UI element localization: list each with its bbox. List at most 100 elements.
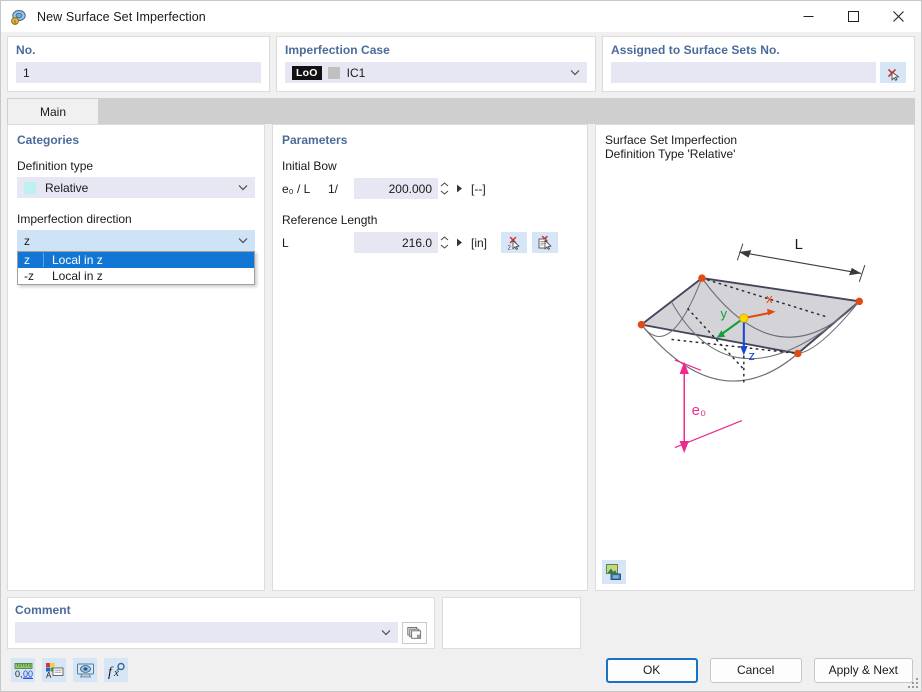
tab-main[interactable]: Main <box>7 98 99 125</box>
corner-node <box>855 297 864 306</box>
surface-imperfection-icon: 6 <box>10 8 28 26</box>
reference-length-unit: [in] <box>471 235 488 250</box>
svg-text:A: A <box>46 671 52 680</box>
dropdown-option-neg-z-text: Local in z <box>52 269 103 283</box>
group-no: No. 1 <box>7 36 270 92</box>
reference-length-stepper[interactable] <box>438 232 451 253</box>
loo-badge: LoO <box>292 65 322 80</box>
imperfection-case-value: IC1 <box>346 65 366 80</box>
no-input[interactable]: 1 <box>16 62 261 83</box>
origin-point <box>739 313 749 323</box>
chevron-down-icon <box>236 237 250 244</box>
definition-type-combobox[interactable]: Relative <box>17 177 255 198</box>
assigned-surface-sets-input[interactable] <box>611 62 876 83</box>
main-content: Categories Definition type Relative Impe… <box>7 124 915 591</box>
corner-node <box>637 320 646 329</box>
group-comment: Comment <box>7 597 435 649</box>
dropdown-option-neg-z-key: -z <box>24 269 34 283</box>
imperfection-direction-dropdown-list: z Local in z -z Local in z <box>17 251 255 285</box>
group-imperfection-case-title: Imperfection Case <box>285 43 390 57</box>
imperfection-direction-field: z z Local in z -z Local in z <box>17 230 255 285</box>
panel-preview: Surface Set Imperfection Definition Type… <box>595 124 915 591</box>
title-bar: 6 New Surface Set Imperfection <box>1 1 921 32</box>
group-blank <box>442 597 581 649</box>
dimension-L: L <box>736 237 866 282</box>
definition-type-value: Relative <box>45 180 89 195</box>
display-properties-icon[interactable]: A <box>42 658 66 682</box>
apply-next-button[interactable]: Apply & Next <box>813 657 913 683</box>
definition-type-swatch <box>24 181 36 194</box>
pick-length-2points-icon[interactable]: 2 <box>501 232 528 253</box>
comment-templates-icon[interactable] <box>402 622 427 644</box>
initial-bow-label: Initial Bow <box>282 159 337 173</box>
panel-parameters: Parameters Initial Bow e₀ / L 1/ 200.000… <box>272 124 588 591</box>
select-surface-sets-icon[interactable] <box>880 62 906 83</box>
definition-type-label: Definition type <box>17 159 94 173</box>
maximize-button[interactable] <box>831 1 876 32</box>
dimension-e0: e₀ <box>674 359 743 454</box>
pick-length-object-icon[interactable] <box>532 232 559 253</box>
comment-row: Comment <box>7 597 915 649</box>
dropdown-option-z-text: Local in z <box>52 253 103 267</box>
imperfection-direction-combobox[interactable]: z <box>17 230 255 251</box>
preview-diagram: x y z L e₀ <box>596 171 914 590</box>
chevron-down-icon <box>379 629 393 636</box>
comment-title: Comment <box>15 603 71 617</box>
imperfection-direction-value: z <box>24 233 30 248</box>
window-title: New Surface Set Imperfection <box>37 9 206 24</box>
initial-bow-unit: [--] <box>471 181 486 196</box>
group-assigned-surface-sets: Assigned to Surface Sets No. <box>602 36 915 92</box>
dialog-footer: 0, 00 A f x OK Cancel Apply & Next <box>1 649 921 691</box>
initial-bow-input[interactable]: 200.000 <box>354 178 438 199</box>
reference-length-expand-icon[interactable] <box>451 232 467 253</box>
initial-bow-prefix: 1/ <box>328 181 339 196</box>
formula-fx-icon[interactable]: f x <box>104 658 128 682</box>
case-color-swatch <box>327 66 340 79</box>
corner-node <box>794 349 802 358</box>
cancel-button[interactable]: Cancel <box>709 657 802 683</box>
preview-image-icon[interactable] <box>602 560 626 584</box>
ok-button[interactable]: OK <box>605 657 698 683</box>
close-button[interactable] <box>876 1 921 32</box>
svg-text:6: 6 <box>14 19 17 25</box>
top-fields-row: No. 1 Imperfection Case LoO IC1 Assigned… <box>1 32 921 92</box>
corner-node <box>698 274 706 282</box>
footer-buttons: OK Cancel Apply & Next <box>605 657 913 683</box>
visibility-icon[interactable] <box>73 658 97 682</box>
minimize-button[interactable] <box>786 1 831 32</box>
group-no-title: No. <box>16 43 36 57</box>
length-label: L <box>795 237 803 253</box>
reference-length-input[interactable]: 216.0 <box>354 232 438 253</box>
footer-tool-icons: 0, 00 A f x <box>11 658 128 682</box>
axis-y-label: y <box>721 306 728 321</box>
axis-z-label: z <box>748 348 755 363</box>
window-controls <box>786 1 921 32</box>
initial-bow-stepper[interactable] <box>438 178 451 199</box>
initial-bow-expand-icon[interactable] <box>451 178 467 199</box>
dropdown-option-neg-z[interactable]: -z Local in z <box>18 268 254 284</box>
dropdown-option-z-key: z <box>18 253 44 267</box>
imperfection-case-combobox[interactable]: LoO IC1 <box>285 62 587 83</box>
bow-label: e₀ <box>692 403 706 419</box>
axis-x-label: x <box>766 291 773 306</box>
group-assigned-title: Assigned to Surface Sets No. <box>611 43 780 57</box>
initial-bow-row: e₀ / L 1/ 200.000 [--] <box>282 178 578 199</box>
reference-length-label: Reference Length <box>282 213 378 227</box>
chevron-down-icon <box>236 184 250 191</box>
panel-categories: Categories Definition type Relative Impe… <box>7 124 265 591</box>
dialog-window: 6 New Surface Set Imperfection No. 1 Imp… <box>0 0 922 692</box>
units-decimal-icon[interactable]: 0, 00 <box>11 658 35 682</box>
initial-bow-symbol: e₀ / L <box>282 181 311 196</box>
resize-grip[interactable] <box>908 678 918 688</box>
reference-length-row: L 216.0 [in] 2 <box>282 232 578 253</box>
group-imperfection-case: Imperfection Case LoO IC1 <box>276 36 596 92</box>
reference-length-symbol: L <box>282 235 289 250</box>
parameters-title: Parameters <box>282 133 348 147</box>
svg-text:2: 2 <box>507 246 511 252</box>
svg-text:0,: 0, <box>15 669 23 679</box>
dropdown-option-z[interactable]: z Local in z <box>18 252 254 268</box>
chevron-down-icon <box>568 69 582 76</box>
preview-line-1: Surface Set Imperfection <box>605 133 738 147</box>
preview-line-2: Definition Type 'Relative' <box>605 147 736 161</box>
comment-combobox[interactable] <box>15 622 398 643</box>
